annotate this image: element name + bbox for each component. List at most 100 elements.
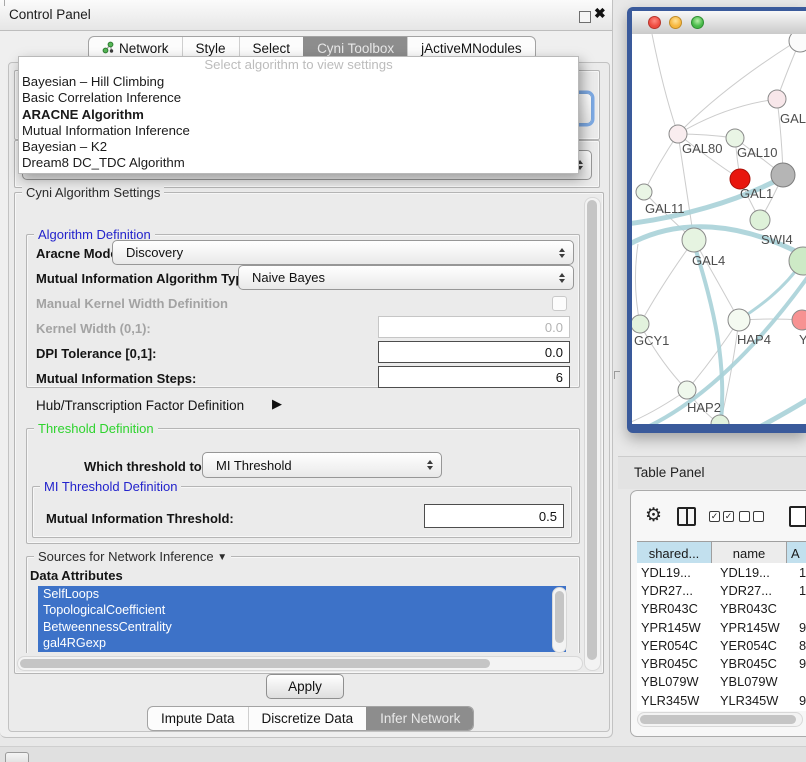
settings-hscrollbar[interactable]: [17, 656, 583, 671]
deselect-all-columns-icon[interactable]: [739, 511, 764, 522]
table-file-icon[interactable]: [789, 506, 806, 527]
algorithm-option[interactable]: ARACNE Algorithm: [19, 107, 578, 123]
network-node[interactable]: [771, 163, 795, 187]
table-row[interactable]: YPR145WYPR145W9.: [637, 618, 806, 636]
manual-kernel-checkbox[interactable]: [552, 296, 567, 311]
mi-steps-field[interactable]: 6: [378, 366, 570, 388]
attribute-list-item[interactable]: TopologicalCoefficient: [38, 602, 566, 618]
table-cell[interactable]: 13: [795, 565, 806, 580]
panel-divider-grip[interactable]: [614, 371, 620, 379]
network-node[interactable]: [678, 381, 696, 399]
network-edge[interactable]: [644, 134, 678, 192]
algorithm-option[interactable]: Bayesian – K2: [19, 139, 578, 155]
table-cell[interactable]: YBR045C: [716, 656, 795, 671]
table-row[interactable]: YBL079WYBL079W: [637, 673, 806, 691]
table-cell[interactable]: YBR043C: [637, 601, 716, 616]
table-cell[interactable]: YDL19...: [637, 565, 716, 580]
network-edge-highlighted[interactable]: [750, 394, 806, 424]
settings-hscrollbar-thumb[interactable]: [20, 659, 490, 668]
which-threshold-combobox[interactable]: MI Threshold: [202, 452, 442, 478]
bottom-tab-discretize-data[interactable]: Discretize Data: [248, 707, 367, 730]
algorithm-option[interactable]: Mutual Information Inference: [19, 123, 578, 139]
network-node[interactable]: [636, 184, 652, 200]
table-cell[interactable]: YPR145W: [716, 620, 795, 635]
table-hscrollbar[interactable]: [637, 712, 803, 727]
table-cell[interactable]: YLR345W: [637, 693, 716, 708]
table-cell[interactable]: 9.: [795, 620, 806, 635]
table-cell[interactable]: YDL19...: [716, 565, 795, 580]
network-edge[interactable]: [640, 240, 694, 324]
mi-type-combobox[interactable]: Naive Bayes: [238, 265, 574, 290]
mi-threshold-field[interactable]: 0.5: [424, 504, 564, 528]
aracne-mode-combobox[interactable]: Discovery: [112, 240, 574, 265]
bottom-tab-impute-data[interactable]: Impute Data: [148, 707, 248, 730]
gear-icon[interactable]: ⚙: [645, 504, 662, 527]
table-row[interactable]: YBR043CYBR043C: [637, 600, 806, 618]
table-cell[interactable]: 9.: [795, 656, 806, 671]
bottom-tab-infer-network[interactable]: Infer Network: [366, 707, 473, 730]
table-cell[interactable]: YLR345W: [716, 693, 795, 708]
network-node[interactable]: [750, 210, 770, 230]
zoom-traffic-light-icon[interactable]: [691, 16, 704, 29]
table-row[interactable]: YDR27...YDR27...12: [637, 581, 806, 599]
collapsed-arrow-icon[interactable]: ▶: [272, 396, 282, 412]
algorithm-option[interactable]: Bayesian – Hill Climbing: [19, 74, 578, 90]
network-edge[interactable]: [678, 44, 792, 134]
network-edge[interactable]: [694, 240, 739, 320]
close-traffic-light-icon[interactable]: [648, 16, 661, 29]
table-cell[interactable]: YPR145W: [637, 620, 716, 635]
network-canvas[interactable]: GALGAL80GAL10GAL1GAL11SWI4GAL4GCY1HAP4YH…: [632, 34, 806, 424]
network-window-titlebar[interactable]: [632, 11, 806, 35]
cut-off-button[interactable]: [5, 752, 29, 762]
table-cell[interactable]: YER054C: [637, 638, 716, 653]
table-body[interactable]: YDL19...YDL19...13YDR27...YDR27...12YBR0…: [637, 563, 806, 711]
network-graph[interactable]: GALGAL80GAL10GAL1GAL11SWI4GAL4GCY1HAP4YH…: [632, 34, 806, 424]
table-hscrollbar-thumb[interactable]: [640, 715, 796, 724]
table-row[interactable]: YDL19...YDL19...13: [637, 563, 806, 581]
network-node[interactable]: [728, 309, 750, 331]
attribute-list-item[interactable]: gal4RGexp: [38, 635, 566, 651]
attributes-scrollbar[interactable]: [552, 587, 567, 653]
attribute-list-item[interactable]: BetweennessCentrality: [38, 619, 566, 635]
network-node[interactable]: [682, 228, 706, 252]
float-window-icon[interactable]: [579, 11, 591, 23]
table-cell[interactable]: 9.: [795, 693, 806, 708]
table-cell[interactable]: YBR045C: [637, 656, 716, 671]
attribute-list-item[interactable]: SelfLoops: [38, 586, 566, 602]
network-node[interactable]: [711, 415, 729, 424]
column-header-shared-name[interactable]: shared...: [637, 542, 712, 564]
settings-vscrollbar-thumb[interactable]: [587, 200, 597, 660]
close-icon[interactable]: ✖: [594, 5, 606, 22]
network-edge[interactable]: [652, 34, 678, 134]
network-edge[interactable]: [678, 99, 777, 134]
table-cell[interactable]: 12: [795, 583, 806, 598]
network-node[interactable]: [632, 315, 649, 333]
network-edge[interactable]: [687, 320, 739, 390]
table-row[interactable]: YBR045CYBR045C9.: [637, 654, 806, 672]
column-header-name[interactable]: name: [712, 542, 787, 564]
apply-button[interactable]: Apply: [266, 674, 344, 699]
column-header-partial[interactable]: A: [787, 542, 806, 564]
table-cell[interactable]: YER054C: [716, 638, 795, 653]
select-all-columns-icon[interactable]: ✓✓: [709, 511, 734, 522]
table-cell[interactable]: YBL079W: [637, 674, 716, 689]
table-row[interactable]: YER054CYER054C8.: [637, 636, 806, 654]
table-cell[interactable]: YBR043C: [716, 601, 795, 616]
network-node[interactable]: [768, 90, 786, 108]
data-attributes-list[interactable]: SelfLoopsTopologicalCoefficientBetweenne…: [38, 586, 566, 652]
kernel-width-field[interactable]: 0.0: [378, 316, 570, 338]
minimize-traffic-light-icon[interactable]: [669, 16, 682, 29]
table-row[interactable]: YIL052CYIL052C9.: [637, 709, 806, 711]
network-edge[interactable]: [635, 244, 640, 324]
network-node[interactable]: [792, 310, 806, 330]
split-view-icon[interactable]: [677, 507, 696, 526]
table-cell[interactable]: YBL079W: [716, 674, 795, 689]
algorithm-option[interactable]: Dream8 DC_TDC Algorithm: [19, 155, 578, 171]
table-cell[interactable]: YDR27...: [716, 583, 795, 598]
attributes-scrollbar-thumb[interactable]: [555, 591, 564, 643]
settings-vscrollbar[interactable]: [584, 197, 601, 671]
algorithm-option[interactable]: Basic Correlation Inference: [19, 90, 578, 106]
network-node[interactable]: [789, 34, 806, 52]
table-row[interactable]: YLR345WYLR345W9.: [637, 691, 806, 709]
expanded-arrow-icon[interactable]: ▼: [217, 552, 227, 563]
